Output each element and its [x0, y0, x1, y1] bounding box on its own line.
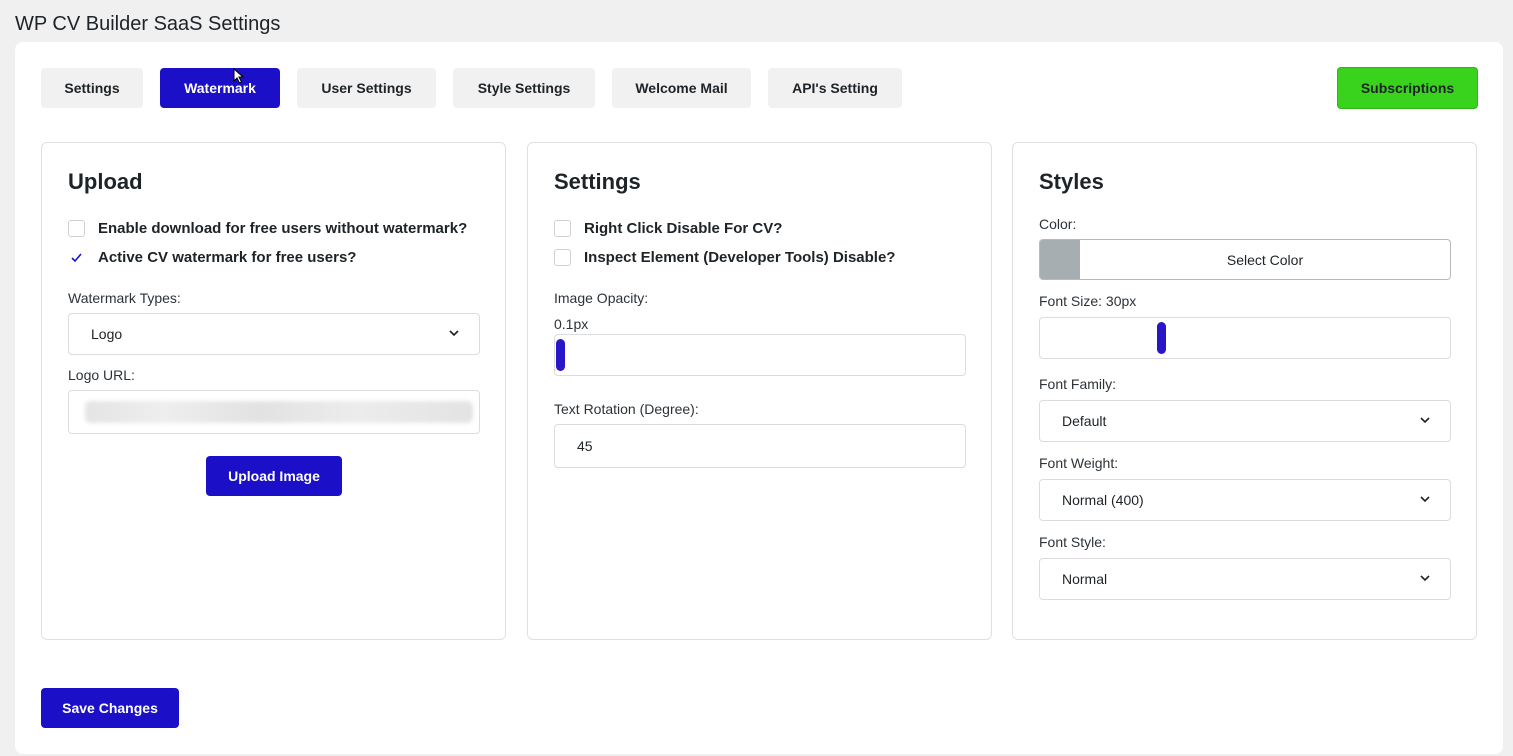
font-weight-select[interactable]: Normal (400): [1039, 479, 1451, 521]
chevron-down-icon: [1420, 496, 1430, 503]
tab-welcome-mail[interactable]: Welcome Mail: [612, 68, 751, 108]
right-click-row: Right Click Disable For CV?: [554, 218, 782, 238]
color-label: Color:: [1039, 216, 1077, 232]
settings-container: Settings Watermark User Settings Style S…: [15, 42, 1503, 754]
color-picker-button[interactable]: Select Color: [1039, 239, 1451, 280]
checkmark-icon: [71, 252, 82, 262]
image-opacity-slider[interactable]: [554, 334, 966, 376]
font-weight-value: Normal (400): [1062, 492, 1144, 508]
font-style-value: Normal: [1062, 571, 1108, 587]
settings-panel: Settings Right Click Disable For CV? Ins…: [527, 142, 992, 640]
slider-thumb[interactable]: [1157, 322, 1166, 354]
chevron-down-icon: [1420, 575, 1430, 582]
subscriptions-button[interactable]: Subscriptions: [1337, 67, 1478, 109]
logo-url-input[interactable]: [68, 390, 480, 434]
inspect-element-row: Inspect Element (Developer Tools) Disabl…: [554, 247, 895, 267]
enable-download-row: Enable download for free users without w…: [68, 218, 467, 238]
font-style-select[interactable]: Normal: [1039, 558, 1451, 600]
styles-panel: Styles Color: Select Color Font Size: 30…: [1012, 142, 1477, 640]
blurred-url-value: [85, 401, 473, 423]
font-size-slider[interactable]: [1039, 317, 1451, 359]
tab-user-settings[interactable]: User Settings: [297, 68, 436, 108]
active-watermark-row: Active CV watermark for free users?: [68, 247, 356, 267]
active-watermark-label: Active CV watermark for free users?: [98, 248, 357, 266]
upload-title: Upload: [68, 169, 143, 194]
active-watermark-checkbox[interactable]: [68, 248, 85, 266]
font-family-label: Font Family:: [1039, 376, 1117, 392]
font-size-label: Font Size: 30px: [1039, 293, 1137, 309]
right-click-checkbox[interactable]: [554, 219, 571, 237]
upload-panel: Upload Enable download for free users wi…: [41, 142, 506, 640]
enable-download-checkbox[interactable]: [68, 219, 85, 237]
tab-style-settings[interactable]: Style Settings: [453, 68, 595, 108]
font-style-label: Font Style:: [1039, 534, 1106, 550]
save-changes-button[interactable]: Save Changes: [41, 688, 179, 728]
upload-image-button[interactable]: Upload Image: [206, 456, 342, 496]
slider-thumb[interactable]: [556, 339, 565, 371]
image-opacity-value: 0.1px: [554, 316, 589, 332]
font-family-value: Default: [1062, 413, 1107, 429]
watermark-types-select[interactable]: Logo: [68, 313, 480, 355]
text-rotation-value: 45: [577, 438, 593, 454]
chevron-down-icon: [1420, 417, 1430, 424]
select-color-label: Select Color: [1226, 251, 1304, 268]
watermark-types-value: Logo: [91, 326, 123, 342]
font-family-select[interactable]: Default: [1039, 400, 1451, 442]
logo-url-label: Logo URL:: [68, 367, 135, 383]
text-rotation-input[interactable]: 45: [554, 424, 966, 468]
enable-download-label: Enable download for free users without w…: [98, 219, 468, 237]
watermark-types-label: Watermark Types:: [68, 290, 181, 306]
inspect-element-label: Inspect Element (Developer Tools) Disabl…: [584, 248, 896, 266]
right-click-label: Right Click Disable For CV?: [584, 219, 783, 237]
settings-title: Settings: [554, 169, 641, 194]
page-title: WP CV Builder SaaS Settings: [15, 13, 281, 35]
text-rotation-label: Text Rotation (Degree):: [554, 401, 699, 417]
image-opacity-label: Image Opacity:: [554, 290, 649, 306]
mouse-cursor-icon: [233, 68, 245, 84]
chevron-down-icon: [449, 330, 459, 337]
font-weight-label: Font Weight:: [1039, 455, 1119, 471]
tab-watermark[interactable]: Watermark: [160, 68, 280, 108]
inspect-element-checkbox[interactable]: [554, 248, 571, 266]
color-swatch: [1040, 240, 1080, 279]
styles-title: Styles: [1039, 169, 1104, 194]
tab-api-setting[interactable]: API's Setting: [768, 68, 902, 108]
tab-settings[interactable]: Settings: [41, 68, 143, 108]
